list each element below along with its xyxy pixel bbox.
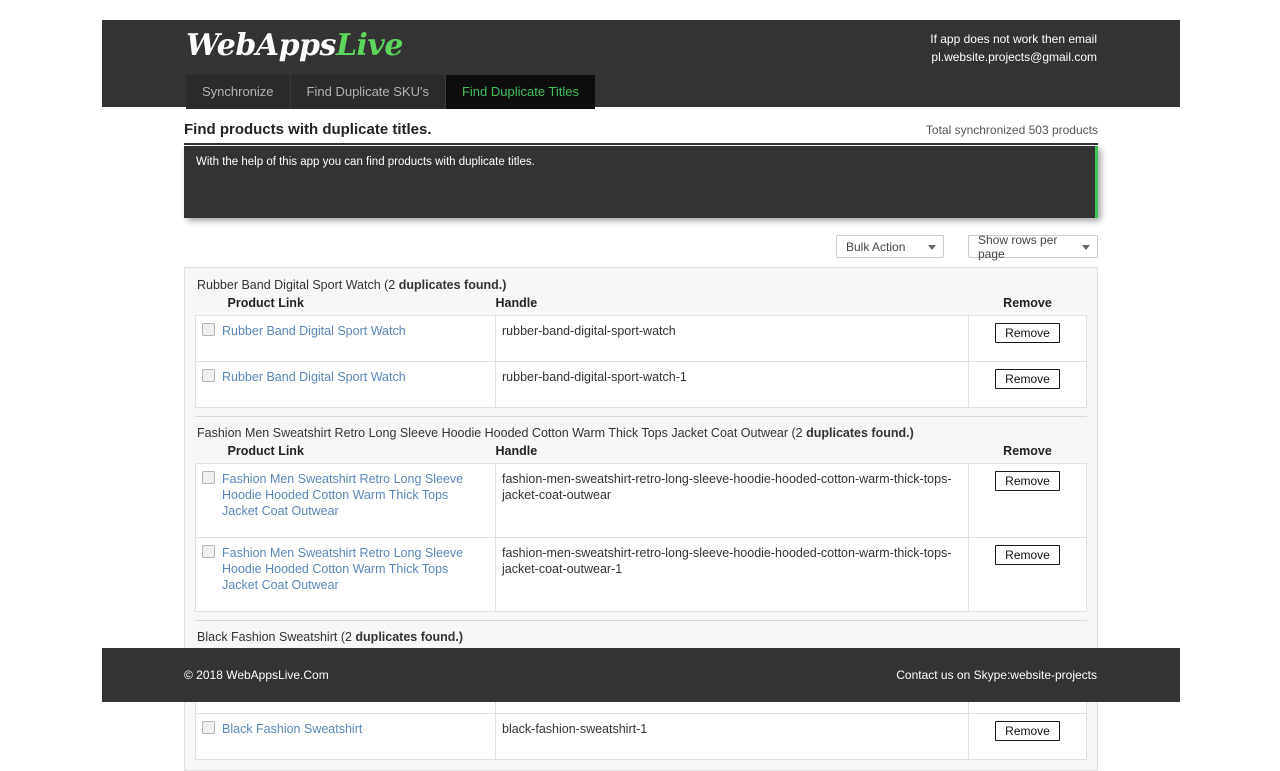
duplicate-group: Fashion Men Sweatshirt Retro Long Sleeve… [195,424,1087,612]
row-select-checkbox[interactable] [202,545,215,558]
nav-tab-find-duplicate-titles[interactable]: Find Duplicate Titles [445,75,596,109]
site-footer: © 2018 WebAppsLive.Com Contact us on Sky… [102,648,1180,702]
handle-value: fashion-men-sweatshirt-retro-long-sleeve… [502,472,952,502]
remove-button[interactable]: Remove [995,545,1060,565]
product-link-cell: Rubber Band Digital Sport Watch [195,315,496,362]
group-separator [195,416,1087,417]
info-banner-text: With the help of this app you can find p… [196,156,535,168]
table-row: Black Fashion Sweatshirt black-fashion-sw… [195,713,1087,760]
column-header-product-link: Product Link [227,444,304,458]
remove-button[interactable]: Remove [995,471,1060,491]
table-row: Rubber Band Digital Sport Watch rubber-ba… [195,315,1087,362]
page-title-row: Find products with duplicate titles. Tot… [184,107,1098,145]
product-link-cell: Black Fashion Sweatshirt [195,713,496,760]
handle-cell: fashion-men-sweatshirt-retro-long-sleeve… [495,463,969,538]
duplicate-count-label: duplicates found.) [355,630,464,644]
duplicate-count-prefix: (2 [791,426,807,440]
chevron-down-icon [928,244,936,250]
handle-value: black-fashion-sweatshirt-1 [502,722,648,736]
duplicate-count-label: duplicates found.) [398,278,507,292]
handle-value: fashion-men-sweatshirt-retro-long-sleeve… [502,546,952,576]
page-title: Find products with duplicate titles. [184,121,432,138]
rows-per-page-select[interactable]: Show rows per page [968,232,1098,261]
remove-button[interactable]: Remove [995,323,1060,343]
remove-button[interactable]: Remove [995,369,1060,389]
duplicate-group-header: Fashion Men Sweatshirt Retro Long Sleeve… [195,424,1087,444]
brand-logo-accent: Live [335,28,404,63]
row-select-checkbox[interactable] [202,471,215,484]
duplicate-table: Product Link Handle Remove Rubber Band Digi… [195,296,1087,408]
duplicate-group-title: Rubber Band Digital Sport Watch [197,278,385,292]
table-row: Fashion Men Sweatshirt Retro Long Sleeve… [195,463,1087,538]
column-header-handle: Handle [495,444,538,458]
duplicate-count-prefix: (2 [384,278,399,292]
duplicate-group-header: Rubber Band Digital Sport Watch (2 dupli… [195,276,1087,296]
duplicate-group-title: Black Fashion Sweatshirt [197,630,341,644]
remove-cell: Remove [968,361,1087,408]
footer-contact: Contact us on Skype:website-projects [896,668,1097,682]
product-link[interactable]: Rubber Band Digital Sport Watch [222,369,477,385]
product-link[interactable]: Black Fashion Sweatshirt [222,721,477,737]
column-header-handle: Handle [495,296,538,310]
handle-value: rubber-band-digital-sport-watch [502,324,676,338]
product-link[interactable]: Rubber Band Digital Sport Watch [222,323,477,339]
product-link-cell: Rubber Band Digital Sport Watch [195,361,496,408]
brand-logo[interactable]: WebAppsLive [186,28,403,63]
handle-cell: black-fashion-sweatshirt-1 [495,713,969,760]
row-select-checkbox[interactable] [202,369,215,382]
support-note-email: pl.website.projects@gmail.com [931,50,1097,64]
remove-cell: Remove [968,713,1087,760]
duplicate-group-header: Black Fashion Sweatshirt (2 duplicates f… [195,628,1087,648]
duplicate-group: Rubber Band Digital Sport Watch (2 dupli… [195,276,1087,408]
remove-cell: Remove [968,315,1087,362]
total-synchronized-count: Total synchronized 503 products [925,123,1098,137]
handle-cell: fashion-men-sweatshirt-retro-long-sleeve… [495,537,969,612]
duplicate-count-label: duplicates found.) [806,426,914,440]
duplicate-count-prefix: (2 [340,630,356,644]
column-header-product-link: Product Link [227,296,304,310]
handle-cell: rubber-band-digital-sport-watch-1 [495,361,969,408]
bulk-action-select[interactable]: Bulk Action [836,235,944,258]
product-link[interactable]: Fashion Men Sweatshirt Retro Long Sleeve… [222,471,477,519]
footer-copyright: © 2018 WebAppsLive.Com [184,668,329,682]
nav-tab-find-duplicate-skus[interactable]: Find Duplicate SKU's [290,75,446,109]
table-row: Fashion Men Sweatshirt Retro Long Sleeve… [195,537,1087,612]
app-page: WebAppsLive If app does not work then em… [0,0,1280,771]
support-note-line1: If app does not work then email [930,32,1097,46]
table-header-row: Product Link Handle Remove [196,444,1087,464]
row-select-checkbox[interactable] [202,323,215,336]
row-select-checkbox[interactable] [202,721,215,734]
table-header-row: Product Link Handle Remove [196,296,1087,316]
column-header-remove: Remove [1003,444,1052,458]
remove-cell: Remove [968,537,1087,612]
duplicate-table: Product Link Handle Remove Fashion Men Swea… [195,444,1087,612]
info-banner: With the help of this app you can find p… [184,146,1098,218]
product-link-cell: Fashion Men Sweatshirt Retro Long Sleeve… [195,463,496,538]
chevron-down-icon [1082,244,1090,250]
duplicate-group-title: Fashion Men Sweatshirt Retro Long Sleeve… [197,426,792,440]
table-row: Rubber Band Digital Sport Watch rubber-ba… [195,361,1087,408]
group-separator [195,620,1087,621]
column-header-remove: Remove [1003,296,1052,310]
handle-cell: rubber-band-digital-sport-watch [495,315,969,362]
nav-tab-synchronize[interactable]: Synchronize [186,75,291,109]
table-controls: Bulk Action Show rows per page [184,232,1098,261]
product-link[interactable]: Fashion Men Sweatshirt Retro Long Sleeve… [222,545,477,593]
rows-per-page-select-label: Show rows per page [978,232,1058,261]
handle-value: rubber-band-digital-sport-watch-1 [502,370,687,384]
product-link-cell: Fashion Men Sweatshirt Retro Long Sleeve… [195,537,496,612]
remove-cell: Remove [968,463,1087,538]
brand-logo-main: WebApps [186,28,336,63]
site-header: WebAppsLive If app does not work then em… [102,20,1180,109]
support-email-note: If app does not work then email pl.websi… [930,30,1097,66]
remove-button[interactable]: Remove [995,721,1060,741]
bulk-action-select-label: Bulk Action [846,239,906,254]
main-nav: Synchronize Find Duplicate SKU's Find Du… [186,75,596,109]
